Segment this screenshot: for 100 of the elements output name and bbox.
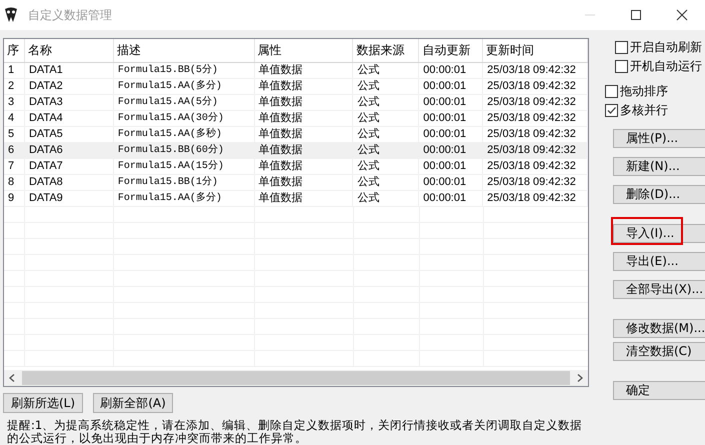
table-cell: 00:00:01: [423, 96, 466, 108]
table-cell: 25/03/18 09:42:32: [487, 112, 576, 124]
action-button[interactable]: 导出(E)...: [613, 252, 705, 271]
table-cell: 2: [8, 80, 14, 92]
table-cell: 25/03/18 09:42:32: [487, 128, 576, 140]
table-cell: Formula15.BB(1分): [118, 177, 218, 188]
table-cell: 25/03/18 09:42:32: [487, 80, 576, 92]
table-cell: 公式: [357, 128, 380, 140]
table-cell: 00:00:01: [423, 160, 466, 172]
table-cell: 单值数据: [258, 160, 303, 172]
table-cell: 公式: [357, 112, 380, 124]
table-row[interactable]: 6 DATA6 Formula15.BB(60分) 单值数据 公式 00:00:01 25/03/18 09:42:32: [4, 143, 588, 159]
checkbox-label: 开启自动刷新: [630, 39, 702, 56]
table-cell: 00:00:01: [423, 144, 466, 156]
action-button[interactable]: 清空数据(C): [613, 342, 705, 361]
action-button[interactable]: 导入(I)...: [613, 224, 705, 243]
table-cell: 00:00:01: [423, 64, 466, 76]
table-row[interactable]: 3 DATA3 Formula15.AA(5分) 单值数据 公式 00:00:01 25/03/18 09:42:32: [4, 95, 588, 111]
close-icon[interactable]: [676, 9, 688, 21]
maximize-icon[interactable]: [630, 9, 642, 21]
table-cell: 单值数据: [258, 112, 303, 124]
table-row[interactable]: 4 DATA4 Formula15.AA(30分) 单值数据 公式 00:00:01 25/03/18 09:42:32: [4, 111, 588, 127]
table-cell: 00:00:01: [423, 128, 466, 140]
table-cell: 单值数据: [258, 80, 303, 92]
table-cell: 公式: [357, 80, 380, 92]
refresh-button[interactable]: 刷新全部(A): [93, 393, 173, 413]
action-button[interactable]: 全部导出(X)...: [613, 280, 705, 299]
table-cell: 单值数据: [258, 176, 303, 188]
column-header[interactable]: 数据来源: [353, 39, 420, 62]
table-row[interactable]: 1 DATA1 Formula15.BB(5分) 单值数据 公式 00:00:01 25/03/18 09:42:32: [4, 63, 588, 79]
table-cell: Formula15.BB(5分): [118, 65, 218, 76]
table-cell: 6: [8, 144, 14, 156]
table-cell: 单值数据: [258, 192, 303, 204]
window-title: 自定义数据管理: [28, 6, 112, 24]
table-cell: 7: [8, 160, 14, 172]
table-cell: 00:00:01: [423, 112, 466, 124]
table-cell: 25/03/18 09:42:32: [487, 160, 576, 172]
table-cell: 00:00:01: [423, 80, 466, 92]
table-cell: 25/03/18 09:42:32: [487, 176, 576, 188]
column-header[interactable]: 序: [4, 39, 25, 62]
scroll-right-icon[interactable]: [576, 374, 584, 382]
column-header[interactable]: 更新时间: [483, 39, 588, 62]
table-cell: Formula15.AA(15分): [118, 161, 224, 172]
table-cell: Formula15.AA(5分): [118, 97, 218, 108]
table-cell: 公式: [357, 96, 380, 108]
column-header[interactable]: 描述: [114, 39, 255, 62]
action-button[interactable]: 删除(D)...: [613, 185, 705, 204]
table-cell: 9: [8, 192, 14, 204]
table-cell: 25/03/18 09:42:32: [487, 192, 576, 204]
table-cell: DATA9: [28, 192, 63, 204]
column-header[interactable]: 属性: [254, 39, 354, 62]
table-cell: 公式: [357, 192, 380, 204]
table-cell: 单值数据: [258, 64, 303, 76]
table-cell: DATA3: [28, 96, 63, 108]
table-cell: Formula15.AA(多分): [118, 193, 222, 204]
table-cell: 00:00:01: [423, 192, 466, 204]
action-button[interactable]: 属性(P)...: [613, 129, 705, 148]
action-button[interactable]: 新建(N)...: [613, 157, 705, 176]
table-cell: 00:00:01: [423, 176, 466, 188]
action-button[interactable]: 修改数据(M)...: [613, 319, 705, 338]
table-cell: DATA7: [28, 160, 63, 172]
table-cell: DATA1: [28, 64, 63, 76]
table-cell: 公式: [357, 64, 380, 76]
refresh-button[interactable]: 刷新所选(L): [3, 393, 83, 413]
scroll-thumb[interactable]: [22, 371, 570, 385]
table-cell: 单值数据: [258, 144, 303, 156]
horizontal-scrollbar[interactable]: [4, 370, 588, 386]
table-row[interactable]: 2 DATA2 Formula15.AA(多分) 单值数据 公式 00:00:01 25/03/18 09:42:32: [4, 79, 588, 95]
table-cell: 3: [8, 96, 14, 108]
table-row[interactable]: 7 DATA7 Formula15.AA(15分) 单值数据 公式 00:00:01 25/03/18 09:42:32: [4, 159, 588, 175]
checkbox[interactable]: [605, 85, 618, 98]
table-cell: 公式: [357, 144, 380, 156]
table-cell: Formula15.BB(60分): [118, 145, 224, 156]
table-cell: 单值数据: [258, 96, 303, 108]
table-cell: 公式: [357, 160, 380, 172]
checkbox[interactable]: [615, 60, 628, 73]
checkbox[interactable]: [605, 104, 618, 117]
table-cell: 1: [8, 64, 14, 76]
scroll-left-icon[interactable]: [8, 374, 16, 382]
table-cell: 单值数据: [258, 128, 303, 140]
table-cell: DATA5: [28, 128, 63, 140]
table-cell: DATA2: [28, 80, 63, 92]
table-cell: 公式: [357, 176, 380, 188]
table-cell: 25/03/18 09:42:32: [487, 144, 576, 156]
table-cell: DATA4: [28, 112, 63, 124]
action-button[interactable]: 确定: [613, 381, 705, 400]
table-cell: Formula15.AA(多秒): [118, 129, 222, 140]
table-row[interactable]: 8 DATA8 Formula15.BB(1分) 单值数据 公式 00:00:01 25/03/18 09:42:32: [4, 175, 588, 191]
column-header[interactable]: 名称: [24, 39, 114, 62]
checkbox-label: 拖动排序: [620, 83, 668, 100]
table-cell: Formula15.AA(多分): [118, 81, 222, 92]
note-text: 提醒:1、为提高系统稳定性，请在添加、编辑、删除自定义数据项时，关闭行情接收或者关闭调取自定义数据的公式运行，以免出现由于内存冲突而带来的工作异常。: [7, 419, 584, 445]
column-header[interactable]: 自动更新: [419, 39, 484, 62]
checkbox-label: 多核并行: [620, 102, 668, 119]
app-icon: [4, 7, 18, 23]
table-cell: DATA6: [28, 144, 63, 156]
checkbox[interactable]: [615, 41, 628, 54]
table-cell: Formula15.AA(30分): [118, 113, 224, 124]
table-cell: 8: [8, 176, 14, 188]
table-cell: 25/03/18 09:42:32: [487, 64, 576, 76]
